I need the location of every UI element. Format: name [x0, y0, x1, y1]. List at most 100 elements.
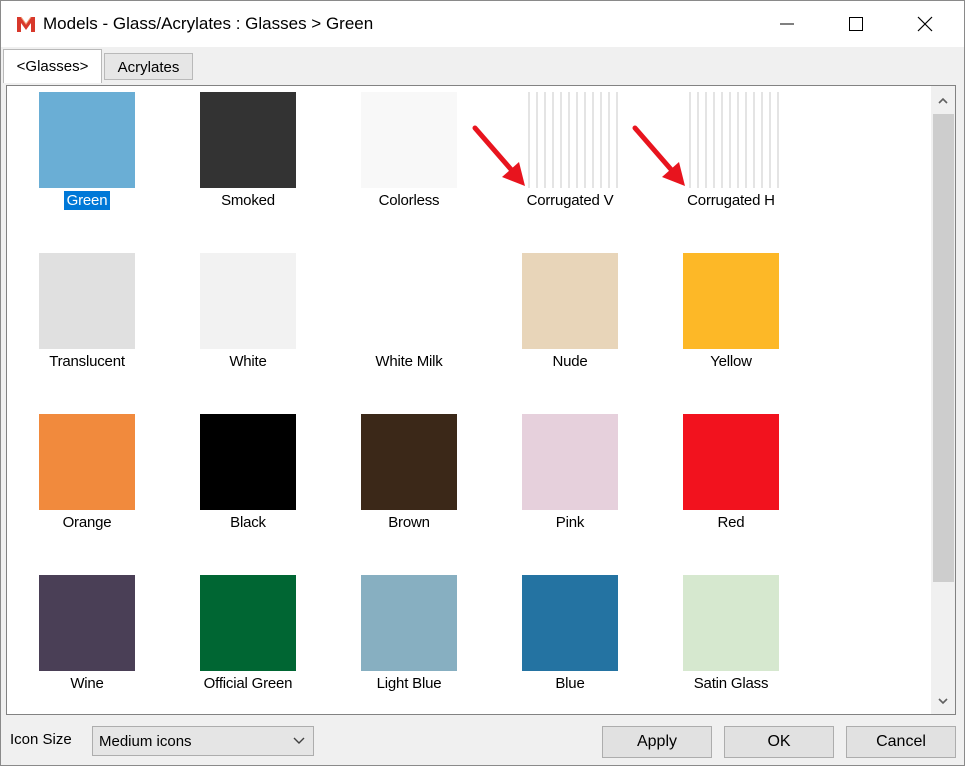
material-label: Blue — [490, 675, 650, 692]
material-item[interactable]: White — [168, 247, 328, 397]
material-label-text: Green — [63, 191, 111, 210]
material-label: Corrugated V — [490, 192, 650, 209]
material-label-text: Blue — [555, 675, 585, 692]
material-label-text: Satin Glass — [693, 675, 769, 692]
material-item[interactable]: Green — [7, 86, 167, 236]
material-label: Colorless — [329, 192, 489, 209]
material-swatch — [39, 414, 135, 510]
material-label-text: Corrugated V — [526, 192, 614, 209]
title-bar[interactable]: Models - Glass/Acrylates : Glasses > Gre… — [1, 1, 964, 47]
material-label-text: Pink — [555, 514, 585, 531]
material-label-text: Wine — [70, 675, 104, 692]
material-swatch — [200, 253, 296, 349]
material-swatch — [361, 414, 457, 510]
material-item[interactable]: Translucent — [7, 247, 167, 397]
material-label-text: Red — [717, 514, 745, 531]
close-button[interactable] — [902, 1, 948, 47]
material-label-text: White — [229, 353, 267, 370]
material-swatch — [39, 575, 135, 671]
material-swatch — [683, 92, 779, 188]
material-item[interactable]: Wine — [7, 569, 167, 714]
material-item[interactable]: Orange — [7, 408, 167, 558]
material-swatch — [522, 253, 618, 349]
minimize-icon — [780, 23, 794, 25]
maximize-icon — [849, 17, 863, 31]
material-item[interactable]: White Milk — [329, 247, 489, 397]
material-swatch — [200, 414, 296, 510]
window-title: Models - Glass/Acrylates : Glasses > Gre… — [43, 14, 374, 33]
material-label: Yellow — [651, 353, 811, 370]
material-swatch — [361, 92, 457, 188]
material-swatch — [683, 253, 779, 349]
material-label-text: Brown — [388, 514, 430, 531]
annotation-arrow-icon — [632, 125, 685, 186]
tab-glasses[interactable]: <Glasses> — [3, 49, 102, 83]
material-swatch — [522, 414, 618, 510]
material-label-text: Orange — [62, 514, 112, 531]
vertical-scrollbar[interactable] — [931, 86, 955, 714]
material-label-text: Light Blue — [376, 675, 442, 692]
material-swatch — [200, 575, 296, 671]
material-label: Pink — [490, 514, 650, 531]
material-item[interactable]: Light Blue — [329, 569, 489, 714]
material-swatch — [522, 575, 618, 671]
material-item[interactable]: Satin Glass — [651, 569, 811, 714]
material-swatch — [522, 92, 618, 188]
material-label-text: Black — [230, 514, 266, 531]
material-label: White Milk — [329, 353, 489, 370]
apply-button[interactable]: Apply — [602, 726, 712, 758]
material-label: Brown — [329, 514, 489, 531]
material-label-text: Nude — [552, 353, 588, 370]
material-item[interactable]: Red — [651, 408, 811, 558]
material-item[interactable]: Colorless — [329, 86, 489, 236]
material-item[interactable]: Brown — [329, 408, 489, 558]
material-label: Corrugated H — [651, 192, 811, 209]
close-icon — [917, 16, 933, 32]
material-item[interactable]: Yellow — [651, 247, 811, 397]
material-label-text: Corrugated H — [687, 192, 775, 209]
chevron-down-icon — [293, 737, 305, 744]
material-label: Wine — [7, 675, 167, 692]
icon-size-select[interactable]: Medium icons — [92, 726, 314, 756]
cancel-button[interactable]: Cancel — [846, 726, 956, 758]
annotation-arrow-icon — [472, 125, 525, 186]
material-label: Translucent — [7, 353, 167, 370]
tab-acrylates[interactable]: Acrylates — [104, 53, 193, 80]
material-label: Orange — [7, 514, 167, 531]
scroll-up-button[interactable] — [931, 90, 955, 112]
minimize-button[interactable] — [764, 1, 810, 47]
material-item[interactable]: Nude — [490, 247, 650, 397]
material-label-text: White Milk — [375, 353, 443, 370]
material-label-text: Yellow — [710, 353, 752, 370]
material-label: Light Blue — [329, 675, 489, 692]
chevron-down-icon — [938, 698, 948, 705]
scroll-thumb[interactable] — [933, 114, 954, 582]
material-label-text: Smoked — [221, 192, 275, 209]
material-item[interactable]: Black — [168, 408, 328, 558]
material-label: Green — [7, 191, 167, 210]
material-item[interactable]: Pink — [490, 408, 650, 558]
materials-list-view: Green Smoked Colorless Corrugated V Corrugat… — [6, 85, 956, 715]
material-swatch — [361, 253, 457, 349]
models-dialog: Models - Glass/Acrylates : Glasses > Gre… — [0, 0, 965, 766]
app-logo-icon — [17, 16, 35, 32]
material-label: Nude — [490, 353, 650, 370]
material-label: Black — [168, 514, 328, 531]
chevron-up-icon — [938, 97, 948, 104]
material-item[interactable]: Blue — [490, 569, 650, 714]
material-swatch — [361, 575, 457, 671]
material-label: Official Green — [168, 675, 328, 692]
material-label: Satin Glass — [651, 675, 811, 692]
material-label-text: Colorless — [378, 192, 440, 209]
material-label: Smoked — [168, 192, 328, 209]
material-label: Red — [651, 514, 811, 531]
ok-button[interactable]: OK — [724, 726, 834, 758]
material-label: White — [168, 353, 328, 370]
material-swatch — [39, 92, 135, 188]
material-item[interactable]: Smoked — [168, 86, 328, 236]
material-label-text: Official Green — [203, 675, 293, 692]
material-item[interactable]: Official Green — [168, 569, 328, 714]
maximize-button[interactable] — [833, 1, 879, 47]
scroll-down-button[interactable] — [931, 690, 955, 712]
material-swatch — [683, 575, 779, 671]
